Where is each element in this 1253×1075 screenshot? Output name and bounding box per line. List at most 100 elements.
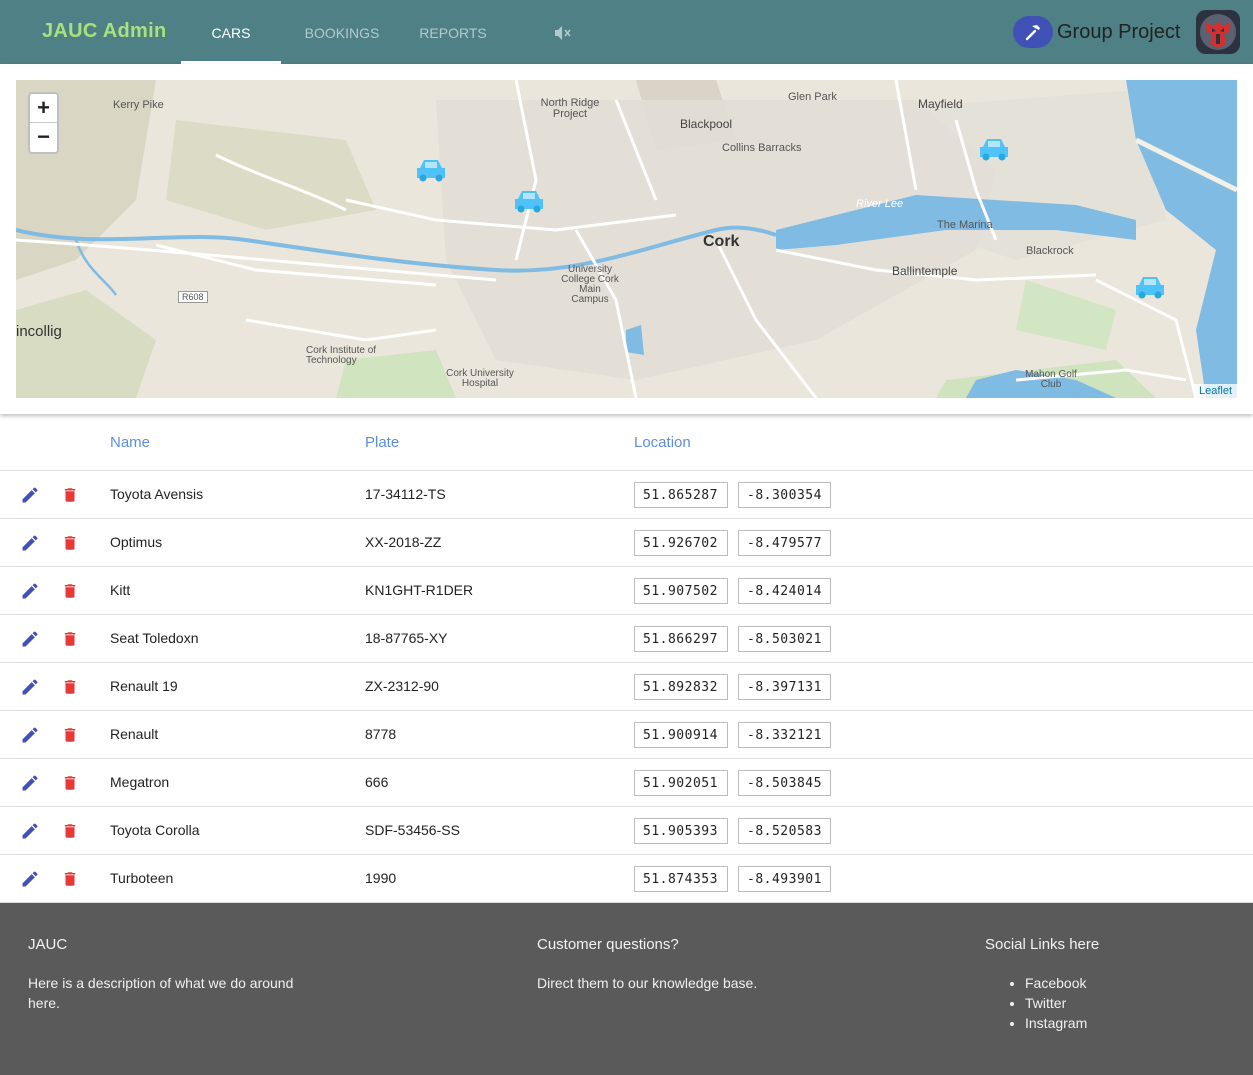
- latitude-field[interactable]: 51.900914: [634, 722, 728, 748]
- delete-icon[interactable]: [61, 629, 79, 649]
- footer-social-title: Social Links here: [985, 936, 1100, 953]
- table-row: Optimus XX-2018-ZZ 51.926702 -8.479577: [0, 519, 1253, 567]
- car-marker-icon[interactable]: [512, 187, 546, 215]
- table-row: Turboteen 1990 51.874353 -8.493901: [0, 855, 1253, 903]
- longitude-field[interactable]: -8.479577: [738, 530, 831, 556]
- social-links-list: Facebook Twitter Instagram: [1025, 973, 1087, 1033]
- zoom-out-button[interactable]: −: [30, 123, 57, 152]
- car-name: Toyota Avensis: [110, 486, 204, 502]
- car-plate: 18-87765-XY: [365, 630, 448, 646]
- map-attribution-link[interactable]: Leaflet: [1193, 384, 1237, 398]
- brand-title[interactable]: JAUC Admin: [42, 20, 166, 43]
- edit-icon[interactable]: [20, 869, 40, 889]
- latitude-field[interactable]: 51.892832: [634, 674, 728, 700]
- map-label-ballintemple: Ballintemple: [892, 264, 958, 278]
- car-marker-icon[interactable]: [414, 156, 448, 184]
- tab-cars[interactable]: Cars: [181, 0, 281, 64]
- map-view[interactable]: Cork Blackpool Mayfield Glen Park Collin…: [16, 80, 1237, 398]
- social-link-facebook[interactable]: Facebook: [1025, 973, 1087, 993]
- edit-icon[interactable]: [20, 581, 40, 601]
- car-marker-icon[interactable]: [977, 135, 1011, 163]
- map-label-cit: Cork Institute of Technology: [306, 345, 377, 366]
- social-link-instagram[interactable]: Instagram: [1025, 1013, 1087, 1033]
- map-label-ballincollig: incollig: [16, 323, 62, 340]
- latitude-field[interactable]: 51.866297: [634, 626, 728, 652]
- project-name: Group Project: [1057, 21, 1181, 43]
- column-header-name[interactable]: Name: [110, 434, 150, 451]
- latitude-field[interactable]: 51.902051: [634, 770, 728, 796]
- car-plate: SDF-53456-SS: [365, 822, 460, 838]
- car-name: Optimus: [110, 534, 163, 550]
- car-plate: XX-2018-ZZ: [365, 534, 442, 550]
- car-plate: 8778: [365, 726, 397, 742]
- top-app-bar: JAUC Admin Cars Bookings Reports Group P…: [0, 0, 1253, 64]
- column-header-location[interactable]: Location: [634, 434, 691, 451]
- map-label-river-lee: River Lee: [856, 198, 904, 210]
- column-header-plate[interactable]: Plate: [365, 434, 399, 451]
- map-card: Cork Blackpool Mayfield Glen Park Collin…: [0, 64, 1253, 414]
- delete-icon[interactable]: [61, 821, 79, 841]
- tab-reports[interactable]: Reports: [410, 0, 496, 64]
- latitude-field[interactable]: 51.865287: [634, 482, 728, 508]
- delete-icon[interactable]: [61, 725, 79, 745]
- edit-icon[interactable]: [20, 821, 40, 841]
- map-label-blackpool: Blackpool: [680, 117, 733, 131]
- table-row: Renault 8778 51.900914 -8.332121: [0, 711, 1253, 759]
- map-label-collins-barracks: Collins Barracks: [722, 142, 802, 154]
- table-row: Toyota Corolla SDF-53456-SS 51.905393 -8.52…: [0, 807, 1253, 855]
- car-name: Renault 19: [110, 678, 178, 694]
- car-name: Kitt: [110, 582, 131, 598]
- latitude-field[interactable]: 51.905393: [634, 818, 728, 844]
- map-label-kerry-pike: Kerry Pike: [113, 99, 164, 111]
- car-marker-icon[interactable]: [1133, 273, 1167, 301]
- edit-icon[interactable]: [20, 629, 40, 649]
- car-plate: KN1GHT-R1DER: [365, 582, 474, 598]
- edit-icon[interactable]: [20, 533, 40, 553]
- map-label-cuh: Cork University Hospital: [446, 368, 514, 389]
- longitude-field[interactable]: -8.503021: [738, 626, 831, 652]
- delete-icon[interactable]: [61, 677, 79, 697]
- car-name: Turboteen: [110, 870, 174, 886]
- map-label-ucc: University College Cork Main Campus: [561, 264, 619, 305]
- longitude-field[interactable]: -8.520583: [738, 818, 831, 844]
- table-row: Seat Toledoxn 18-87765-XY 51.866297 -8.5030…: [0, 615, 1253, 663]
- latitude-field[interactable]: 51.874353: [634, 866, 728, 892]
- longitude-field[interactable]: -8.424014: [738, 578, 831, 604]
- car-plate: ZX-2312-90: [365, 678, 439, 694]
- edit-icon[interactable]: [20, 773, 40, 793]
- edit-icon[interactable]: [20, 725, 40, 745]
- delete-icon[interactable]: [61, 581, 79, 601]
- zoom-in-button[interactable]: +: [30, 94, 57, 123]
- car-name: Toyota Corolla: [110, 822, 200, 838]
- latitude-field[interactable]: 51.926702: [634, 530, 728, 556]
- footer-questions-text: Direct them to our knowledge base.: [537, 975, 758, 991]
- delete-icon[interactable]: [61, 485, 79, 505]
- longitude-field[interactable]: -8.300354: [738, 482, 831, 508]
- delete-icon[interactable]: [61, 869, 79, 889]
- longitude-field[interactable]: -8.493901: [738, 866, 831, 892]
- footer-about-text: Here is a description of what we do arou…: [28, 975, 294, 1011]
- table-row: Megatron 666 51.902051 -8.503845: [0, 759, 1253, 807]
- delete-icon[interactable]: [61, 773, 79, 793]
- car-plate: 666: [365, 774, 389, 790]
- map-label-mahon-golf-club: Mahon Golf Club: [1025, 369, 1077, 390]
- latitude-field[interactable]: 51.907502: [634, 578, 728, 604]
- car-name: Megatron: [110, 774, 170, 790]
- social-link-twitter[interactable]: Twitter: [1025, 993, 1087, 1013]
- volume-off-icon[interactable]: [554, 25, 572, 41]
- map-label-r608: R608: [178, 291, 208, 303]
- longitude-field[interactable]: -8.332121: [738, 722, 831, 748]
- map-label-mayfield: Mayfield: [918, 97, 963, 111]
- longitude-field[interactable]: -8.503845: [738, 770, 831, 796]
- car-name: Seat Toledoxn: [110, 630, 199, 646]
- avatar[interactable]: [1196, 10, 1240, 54]
- edit-icon[interactable]: [20, 485, 40, 505]
- table-row: Renault 19 ZX-2312-90 51.892832 -8.397131: [0, 663, 1253, 711]
- delete-icon[interactable]: [61, 533, 79, 553]
- zoom-control: + −: [28, 92, 59, 154]
- map-label-north-ridge: North Ridge Project: [540, 97, 600, 120]
- longitude-field[interactable]: -8.397131: [738, 674, 831, 700]
- tab-bookings[interactable]: Bookings: [294, 0, 390, 64]
- hammer-icon[interactable]: [1013, 16, 1053, 48]
- edit-icon[interactable]: [20, 677, 40, 697]
